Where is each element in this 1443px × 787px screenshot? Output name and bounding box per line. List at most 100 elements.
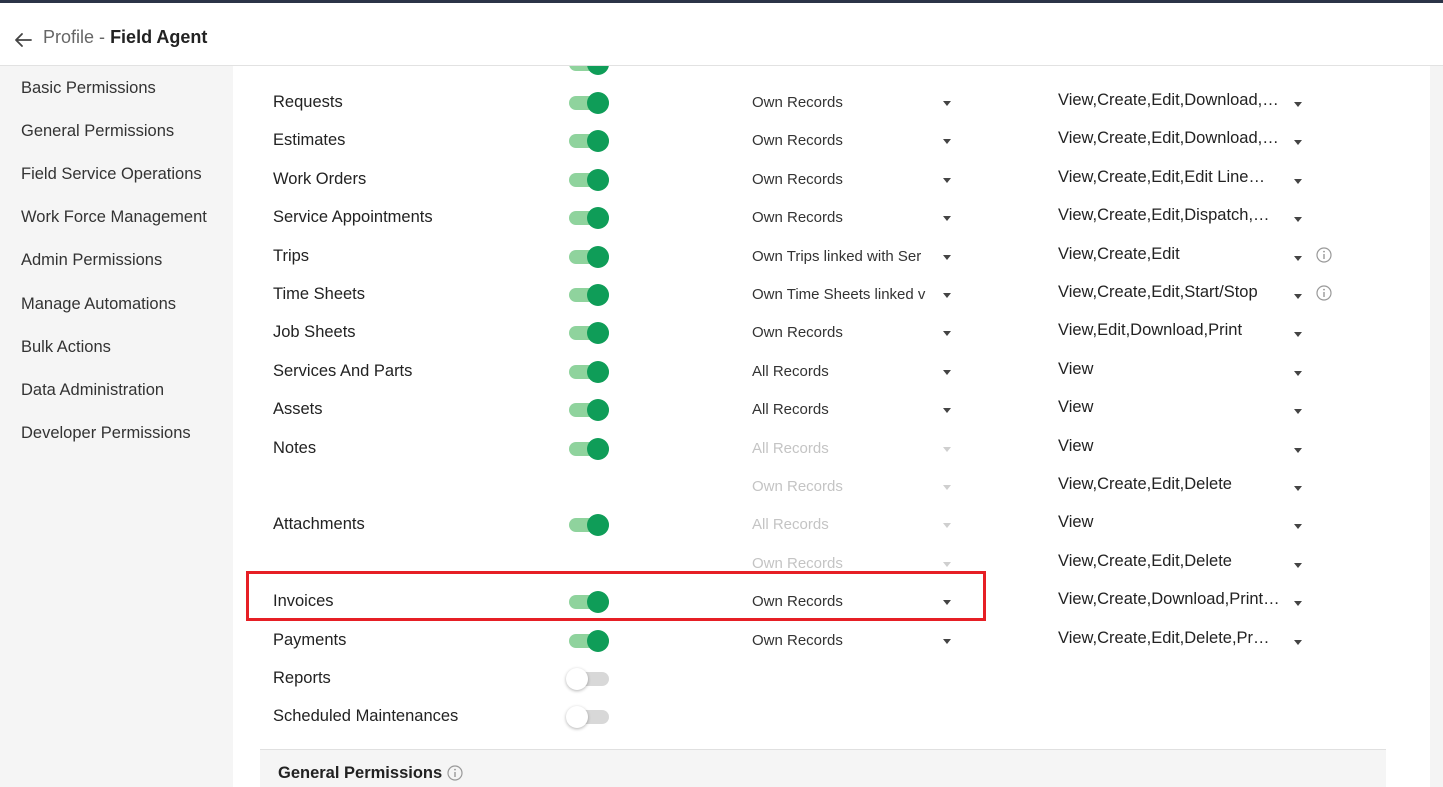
record-scope-dropdown[interactable]: All Records — [752, 400, 952, 422]
record-scope-dropdown: All Records — [752, 515, 952, 537]
caret-down-icon — [1294, 524, 1302, 530]
table-row: Own Records View,Create,Edit,Delete — [233, 465, 1403, 503]
module-toggle[interactable] — [569, 168, 611, 192]
record-scope-value: Own Records — [752, 94, 843, 111]
sidebar-item-basic-permissions[interactable]: Basic Permissions — [21, 79, 156, 98]
permissions-dropdown[interactable]: View,Create,Edit — [1058, 245, 1318, 269]
caret-down-icon — [943, 523, 951, 529]
permissions-dropdown[interactable]: View,Edit,Download,Print — [1058, 321, 1318, 345]
record-scope-value: Own Trips linked with Ser — [752, 247, 922, 265]
permissions-dropdown[interactable]: View — [1058, 437, 1318, 461]
permissions-value: View — [1058, 513, 1094, 532]
module-name: Services And Parts — [273, 361, 413, 380]
table-row: Time Sheets Own Time Sheets linked v View,… — [233, 273, 1403, 311]
module-toggle[interactable] — [569, 283, 611, 307]
module-toggle[interactable] — [569, 629, 611, 653]
record-scope-dropdown[interactable]: All Records — [752, 362, 952, 384]
permissions-value: View,Create,Edit,Delete,Pr… — [1058, 628, 1270, 647]
sidebar-item-work-force-management[interactable]: Work Force Management — [21, 208, 207, 227]
permissions-dropdown[interactable]: View,Create,Edit,Download,… — [1058, 91, 1318, 115]
record-scope-dropdown[interactable]: Own Records — [752, 323, 952, 345]
module-toggle[interactable] — [569, 129, 611, 153]
record-scope-dropdown: All Records — [752, 439, 952, 461]
module-toggle[interactable] — [569, 321, 611, 345]
breadcrumb-profile[interactable]: Profile — [43, 27, 94, 47]
permissions-value: View,Create,Edit — [1058, 244, 1180, 263]
table-row: Assets All Records View — [233, 388, 1403, 426]
permissions-dropdown[interactable]: View,Create,Edit,Edit Line… — [1058, 168, 1318, 192]
record-scope-dropdown[interactable]: Own Records — [752, 631, 952, 653]
table-row: Trips Own Trips linked with Ser View,Creat… — [233, 235, 1403, 273]
info-icon[interactable] — [447, 765, 463, 781]
permissions-dropdown[interactable]: View,Create,Edit,Dispatch,… — [1058, 206, 1318, 230]
record-scope-value: Own Records — [752, 209, 843, 227]
module-toggle[interactable] — [566, 705, 611, 729]
module-toggle[interactable] — [569, 245, 611, 269]
module-toggle[interactable] — [569, 398, 611, 422]
caret-down-icon — [1294, 294, 1302, 299]
caret-down-icon — [943, 216, 951, 222]
module-name: Requests — [273, 93, 343, 111]
record-scope-dropdown: Own Records — [752, 477, 952, 499]
permissions-dropdown[interactable]: View,Create,Edit,Delete — [1058, 475, 1318, 499]
module-name: Assets — [273, 400, 323, 419]
module-name: Time Sheets — [273, 285, 366, 303]
record-scope-dropdown[interactable]: Own Time Sheets linked v — [752, 285, 952, 307]
caret-down-icon — [943, 293, 951, 298]
sidebar-item-admin-permissions[interactable]: Admin Permissions — [21, 251, 162, 270]
record-scope-dropdown[interactable]: Own Records — [752, 93, 952, 115]
record-scope-dropdown[interactable]: Own Records — [752, 208, 952, 230]
permissions-dropdown[interactable]: View,Create,Edit,Start/Stop — [1058, 283, 1318, 307]
caret-down-icon — [1294, 332, 1302, 338]
module-toggle[interactable] — [569, 513, 611, 537]
sidebar-item-data-administration[interactable]: Data Administration — [21, 381, 164, 400]
permissions-dropdown[interactable]: View,Create,Download,Print… — [1058, 590, 1318, 614]
info-icon[interactable] — [1316, 246, 1332, 263]
module-name: Estimates — [273, 131, 346, 150]
record-scope-dropdown[interactable]: Own Trips linked with Ser — [752, 247, 952, 269]
sidebar: Basic Permissions General Permissions Fi… — [0, 66, 233, 787]
caret-down-icon — [943, 177, 951, 183]
partial-row-toggle[interactable] — [569, 66, 611, 76]
permissions-value: View,Create,Edit,Download,… — [1058, 129, 1279, 148]
scrollbar[interactable] — [1430, 66, 1443, 787]
sidebar-item-manage-automations[interactable]: Manage Automations — [21, 295, 176, 314]
record-scope-value: Own Records — [752, 631, 843, 649]
permissions-value: View,Create,Edit,Delete — [1058, 551, 1232, 570]
caret-down-icon — [943, 561, 951, 567]
sidebar-item-field-service-operations[interactable]: Field Service Operations — [21, 165, 202, 184]
caret-down-icon — [943, 254, 951, 260]
module-toggle[interactable] — [566, 667, 611, 691]
table-row: Scheduled Maintenances — [233, 695, 1403, 733]
permissions-dropdown[interactable]: View,Create,Edit,Download,… — [1058, 129, 1318, 153]
permissions-value: View,Create,Download,Print… — [1058, 590, 1280, 609]
permissions-dropdown[interactable]: View — [1058, 513, 1318, 537]
permissions-dropdown[interactable]: View,Create,Edit,Delete — [1058, 552, 1318, 576]
permissions-dropdown[interactable]: View — [1058, 398, 1318, 422]
page-header: Profile - Field Agent — [0, 3, 1443, 66]
record-scope-dropdown[interactable]: Own Records — [752, 131, 952, 153]
caret-down-icon — [943, 331, 951, 337]
module-toggle[interactable] — [569, 91, 611, 115]
caret-down-icon — [1294, 140, 1302, 146]
permissions-dropdown[interactable]: View,Create,Edit,Delete,Pr… — [1058, 629, 1318, 653]
sidebar-item-general-permissions[interactable]: General Permissions — [21, 122, 174, 141]
caret-down-icon — [1294, 447, 1302, 453]
back-arrow-icon[interactable] — [12, 29, 34, 51]
module-toggle[interactable] — [569, 206, 611, 230]
caret-down-icon — [943, 101, 951, 106]
caret-down-icon — [1294, 601, 1302, 607]
sidebar-item-bulk-actions[interactable]: Bulk Actions — [21, 338, 111, 357]
module-toggle[interactable] — [569, 360, 611, 384]
permissions-dropdown[interactable]: View — [1058, 360, 1318, 384]
record-scope-dropdown[interactable]: Own Records — [752, 170, 952, 192]
info-icon[interactable] — [1316, 285, 1332, 301]
record-scope-value: Own Records — [752, 170, 843, 188]
permissions-value: View,Create,Edit,Edit Line… — [1058, 167, 1265, 186]
table-row: Notes All Records View — [233, 427, 1403, 465]
table-row: Requests Own Records View,Create,Edit,Down… — [233, 81, 1403, 119]
module-toggle[interactable] — [569, 437, 611, 461]
caret-down-icon — [1294, 562, 1302, 568]
sidebar-item-developer-permissions[interactable]: Developer Permissions — [21, 424, 191, 443]
module-name: Reports — [273, 669, 331, 687]
